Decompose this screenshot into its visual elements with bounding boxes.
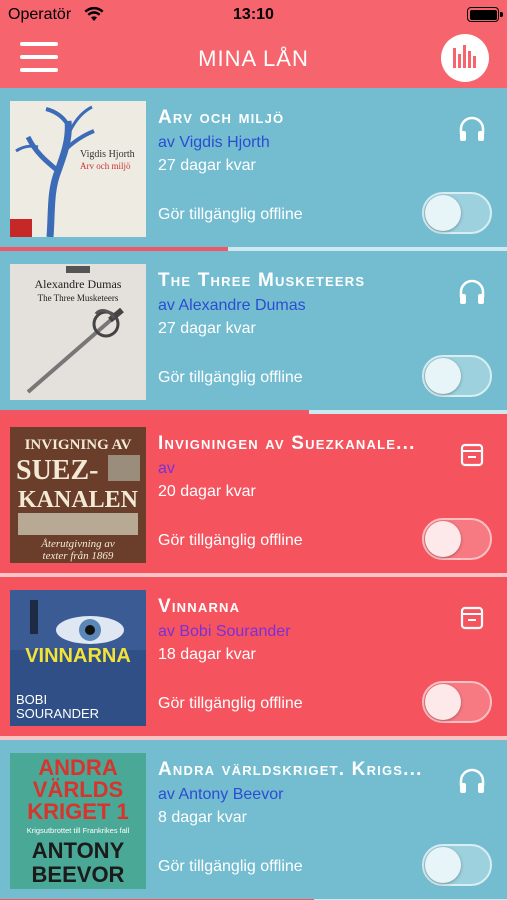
loan-item[interactable]: VINNARNA BOBI SOURANDER Vinnarna av Bobi… xyxy=(0,577,507,740)
toggle-knob xyxy=(425,195,461,231)
loan-item[interactable]: INVIGNING AV SUEZ- KANALEN Återutgivning… xyxy=(0,414,507,577)
days-left: 27 dagar kvar xyxy=(158,157,256,174)
book-icon xyxy=(457,603,487,633)
offline-toggle[interactable] xyxy=(422,518,492,560)
cover-line1: INVIGNING AV xyxy=(25,437,132,453)
days-left: 18 dagar kvar xyxy=(158,646,256,663)
offline-label: Gör tillgänglig offline xyxy=(158,206,303,223)
offline-toggle[interactable] xyxy=(422,681,492,723)
toggle-knob xyxy=(425,521,461,557)
cover-title: Arv och miljö xyxy=(80,161,131,171)
loan-title: Arv och miljö xyxy=(158,107,285,128)
cover-sub: Krigsutbrottet till Frankrikes fall xyxy=(27,826,130,835)
loan-title: Andra världskriget. Krigs... xyxy=(158,759,423,780)
offline-label: Gör tillgänglig offline xyxy=(158,858,303,875)
cover-author: Alexandre Dumas xyxy=(35,277,122,291)
equalizer-button[interactable] xyxy=(441,34,489,82)
battery-icon xyxy=(467,7,503,22)
cover-line2: SUEZ- xyxy=(16,455,98,486)
page-title: MINA LÅN xyxy=(198,46,309,71)
cover-title: VINNARNA xyxy=(25,645,131,667)
loan-title: The Three Musketeers xyxy=(158,270,366,291)
book-cover: INVIGNING AV SUEZ- KANALEN Återutgivning… xyxy=(10,427,146,563)
loan-item[interactable]: Vigdis Hjorth Arv och miljö Arv och milj… xyxy=(0,88,507,251)
clock: 13:10 xyxy=(233,6,274,23)
header-bar: Operatör 13:10 MINA LÅN xyxy=(0,0,507,88)
cover-author: Vigdis Hjorth xyxy=(80,149,135,160)
book-cover: VINNARNA BOBI SOURANDER xyxy=(10,590,146,726)
cover-sub1: Återutgivning av xyxy=(40,538,115,550)
book-cover: Vigdis Hjorth Arv och miljö xyxy=(10,101,146,237)
cover-line3: KRIGET 1 xyxy=(27,799,128,824)
headphones-icon xyxy=(457,766,487,796)
offline-toggle[interactable] xyxy=(422,844,492,886)
offline-toggle[interactable] xyxy=(422,192,492,234)
offline-label: Gör tillgänglig offline xyxy=(158,695,303,712)
loan-author[interactable]: av Alexandre Dumas xyxy=(158,297,428,315)
cover-title: The Three Musketeers xyxy=(38,293,119,303)
book-cover: Alexandre Dumas The Three Musketeers xyxy=(10,264,146,400)
days-left: 27 dagar kvar xyxy=(158,320,256,337)
loan-author[interactable]: av Antony Beevor xyxy=(158,786,428,804)
days-left: 20 dagar kvar xyxy=(158,483,256,500)
offline-label: Gör tillgänglig offline xyxy=(158,369,303,386)
toggle-knob xyxy=(425,358,461,394)
days-left: 8 dagar kvar xyxy=(158,809,247,826)
status-bar: Operatör 13:10 xyxy=(0,0,507,30)
headphones-icon xyxy=(457,277,487,307)
loan-title: Invigningen av Suezkanale... xyxy=(158,433,416,454)
loan-author[interactable]: av Bobi Sourander xyxy=(158,623,428,641)
loan-item[interactable]: Alexandre Dumas The Three Musketeers The… xyxy=(0,251,507,414)
toggle-knob xyxy=(425,684,461,720)
offline-toggle[interactable] xyxy=(422,355,492,397)
loan-author[interactable]: av Vigdis Hjorth xyxy=(158,134,428,152)
offline-label: Gör tillgänglig offline xyxy=(158,532,303,549)
cover-author2: BEEVOR xyxy=(32,862,125,887)
book-cover: ANDRA VÄRLDS KRIGET 1 Krigsutbrottet til… xyxy=(10,753,146,889)
equalizer-icon xyxy=(453,45,476,68)
cover-line3: KANALEN xyxy=(18,487,139,513)
cover-sub2: texter från 1869 xyxy=(43,550,114,562)
cover-author1: ANTONY xyxy=(32,838,125,863)
book-icon xyxy=(457,440,487,470)
loan-title: Vinnarna xyxy=(158,596,241,617)
toggle-knob xyxy=(425,847,461,883)
loan-item[interactable]: ANDRA VÄRLDS KRIGET 1 Krigsutbrottet til… xyxy=(0,740,507,900)
headphones-icon xyxy=(457,114,487,144)
cover-author1: BOBI xyxy=(16,692,47,707)
cover-author2: SOURANDER xyxy=(16,706,99,721)
loan-author[interactable]: av xyxy=(158,460,428,478)
